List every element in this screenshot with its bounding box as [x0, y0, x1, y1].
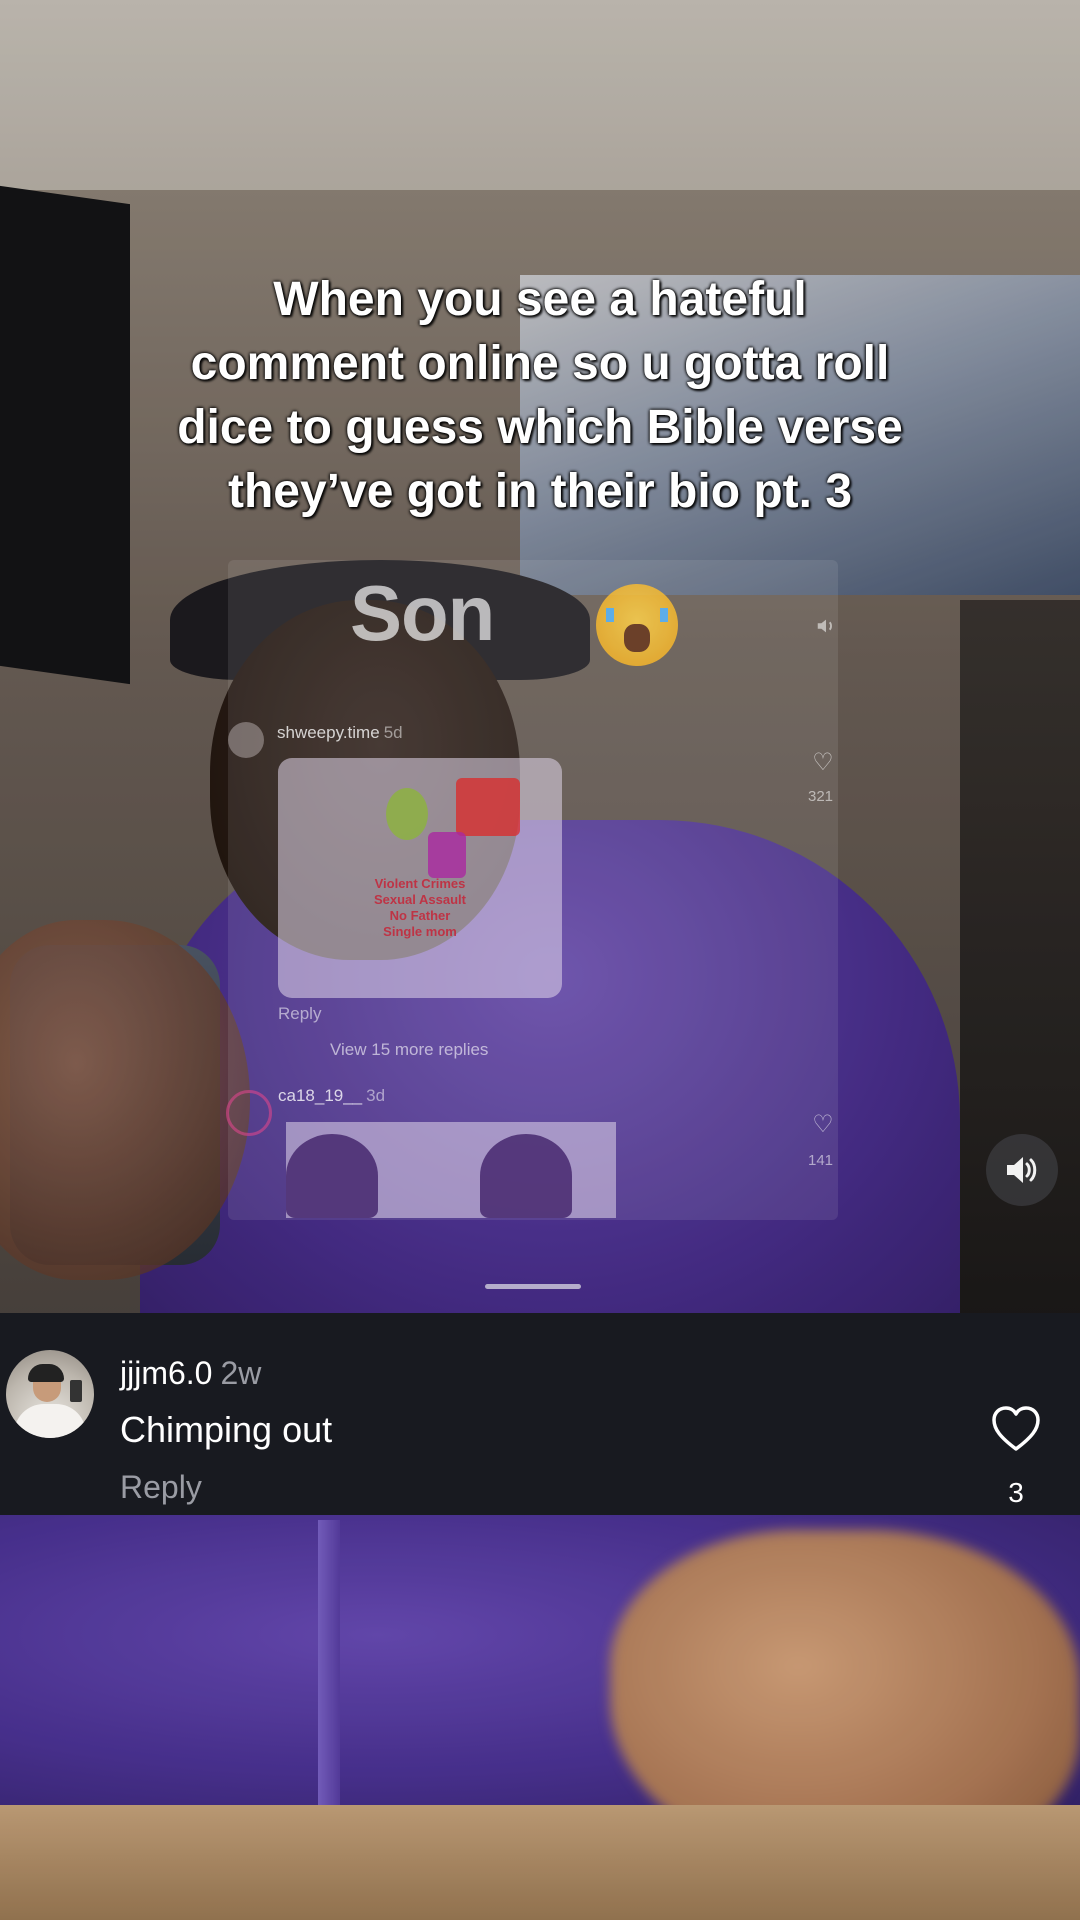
overlay-comment-header: shweepy.time 5d [277, 723, 403, 743]
video-frame[interactable]: Son shweepy.time 5d ♡ 321 Violent Crimes … [0, 0, 1080, 1920]
image-watermelon [386, 788, 428, 840]
video-caption: When you see a hateful comment online so… [60, 268, 1020, 524]
avatar-phone [70, 1380, 82, 1402]
caption-line: dice to guess which Bible verse [177, 401, 903, 454]
image-caption-line: Single mom [383, 924, 457, 939]
caption-line: When you see a hateful [273, 273, 807, 326]
image-chicken-bucket [456, 778, 520, 836]
image-caption-line: Violent Crimes [374, 876, 466, 891]
overlay-username: ca18_19__ [278, 1086, 363, 1105]
overlay-heart-icon: ♡ [812, 1111, 834, 1138]
overlay-like-count: 321 [808, 788, 834, 805]
overlay-speaker-icon [808, 613, 844, 649]
overlay-sheet-handle [485, 1284, 581, 1289]
comment-username[interactable]: jjjm6.0 [120, 1355, 212, 1391]
caption-line: they’ve got in their bio pt. 3 [227, 465, 853, 518]
image-silhouette [480, 1134, 572, 1218]
overlay-view-more-replies: View 15 more replies [330, 1040, 489, 1059]
comment-header: jjjm6.0 2w [120, 1355, 261, 1392]
image-silhouette [286, 1134, 378, 1218]
speaker-icon [1007, 1157, 1037, 1183]
overlay-time: 5d [383, 723, 403, 742]
overlay-heart-icon: ♡ [812, 749, 834, 776]
image-caption-line: Sexual Assault [373, 892, 466, 907]
overlay-avatar [226, 1090, 272, 1136]
overlay-reply: Reply [278, 1004, 322, 1023]
comment-card[interactable]: jjjm6.0 2w Chimping out Reply 3 [0, 1313, 1080, 1515]
avatar-body [14, 1404, 86, 1438]
overlay-comment-image: Violent Crimes Sexual Assault No Father … [278, 758, 562, 998]
avatar[interactable] [6, 1350, 94, 1438]
overlay-like-count: 141 [808, 1152, 834, 1169]
overlay-time: 3d [366, 1086, 386, 1105]
like-button[interactable] [990, 1405, 1042, 1453]
like-count: 3 [1008, 1477, 1024, 1508]
avatar-cap [28, 1364, 64, 1382]
overlay-avatar [228, 722, 264, 758]
overlay-big-text: Son [350, 569, 495, 657]
overlay-comment-image [286, 1122, 616, 1218]
comment-text: Chimping out [120, 1409, 333, 1450]
image-caption-line: No Father [389, 908, 451, 923]
sound-toggle-button[interactable] [986, 1134, 1058, 1206]
comment-time: 2w [220, 1355, 262, 1391]
loudly-crying-face-icon [596, 584, 678, 666]
image-drink [428, 832, 466, 878]
reply-button[interactable]: Reply [120, 1469, 202, 1506]
overlay-username: shweepy.time [277, 723, 380, 742]
caption-line: comment online so u gotta roll [190, 337, 890, 390]
overlay-comment-header: ca18_19__ 3d [278, 1086, 385, 1106]
heart-outline-icon [992, 1406, 1040, 1451]
